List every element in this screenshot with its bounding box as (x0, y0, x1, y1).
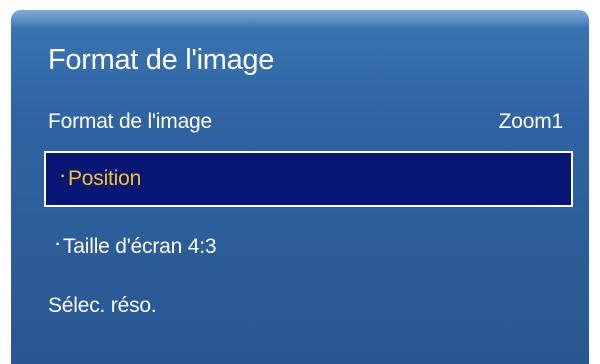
menu-item-label-wrapper: · Position (58, 167, 141, 191)
menu-item-screen-size-4-3[interactable]: · Taille d'écran 4:3 (48, 222, 563, 272)
bullet-icon: · (60, 168, 66, 185)
menu-item-label: Position (68, 167, 142, 190)
bullet-icon: · (55, 236, 61, 253)
menu-item-label: Format de l'image (48, 110, 213, 133)
menu-item-picture-size[interactable]: Format de l'image Zoom1 (48, 97, 563, 147)
menu-item-label: Sélec. réso. (48, 294, 157, 317)
menu-item-label-wrapper: · Taille d'écran 4:3 (53, 235, 216, 259)
picture-size-menu: Format de l'image Format de l'image Zoom… (11, 10, 589, 364)
menu-item-label: Taille d'écran 4:3 (63, 235, 217, 258)
menu-title: Format de l'image (48, 44, 275, 76)
menu-item-position[interactable]: · Position (44, 151, 573, 207)
menu-item-resolution-select[interactable]: Sélec. réso. (48, 281, 563, 331)
menu-item-value: Zoom1 (498, 110, 564, 133)
